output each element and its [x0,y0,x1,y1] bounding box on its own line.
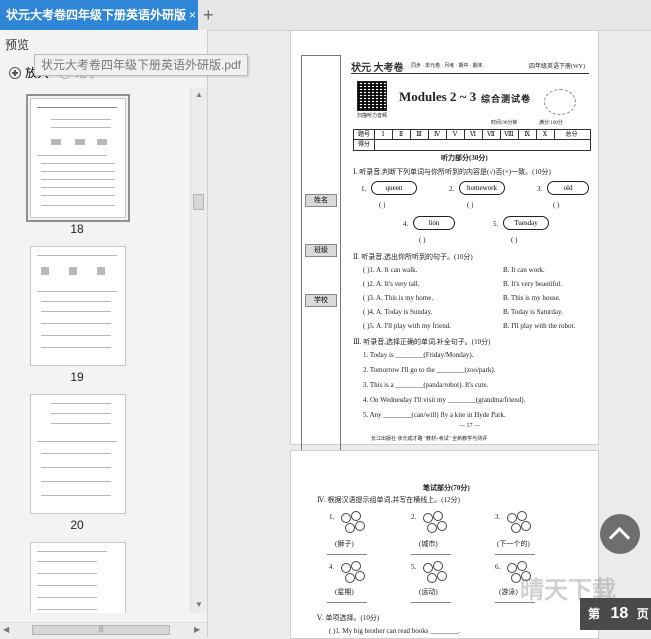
horizontal-scrollbar-thumb[interactable]: ||| [32,625,170,635]
thumbnail-label-20: 20 [70,518,84,532]
question-4-heading: Ⅳ. 根据汉语提示组单词,并写在横线上。(12分) [317,496,460,504]
letter-puzzle-3 [505,511,531,533]
written-heading: 笔试部分(70分) [423,484,470,492]
sidebar-title: 预览 [5,38,30,52]
thumbnail-page-18[interactable] [26,94,130,222]
thumbnail-label-18: 18 [70,222,84,236]
header-words: 同步 · 单元卷 · 月考 · 期中 · 期末 [411,64,483,69]
brand-logo: 状元 大考卷 [351,63,404,74]
letter-puzzle-5 [421,561,447,583]
zoom-in-icon [9,67,21,79]
new-tab-button[interactable]: + [203,5,219,25]
score-label: 满分:100分 [539,121,563,126]
scroll-up-icon[interactable]: ▲ [195,90,203,99]
strip-label-school: 学校 [305,294,337,307]
page-number: — 17 — [459,423,480,429]
binding-strip: 姓名 班级 学校 [301,55,341,452]
tab-bar: 状元大考卷四年级下册英语外研版 × + [0,0,651,31]
letter-puzzle-1 [339,511,365,533]
thumbnail-list: 18 19 20 [0,88,190,613]
strip-label-name: 姓名 [305,194,337,207]
document-tab[interactable]: 状元大考卷四年级下册英语外研版 [0,0,198,30]
question-3-heading: Ⅲ. 听录音,选择正确的单词,补全句子。(10分) [353,338,491,346]
word-lion: lion [413,216,455,230]
thumbnail-label-19: 19 [70,370,84,384]
scroll-to-top-button[interactable] [600,514,640,554]
exam-subtitle: 综合测试卷 [481,94,532,104]
word-tuesday: Tuesday [503,216,549,230]
scroll-down-icon[interactable]: ▼ [195,600,203,609]
scroll-left-icon[interactable]: ◀ [3,625,9,634]
scroll-right-icon[interactable]: ▶ [194,625,200,634]
score-table: 题号 Ⅰ Ⅱ Ⅲ Ⅳ Ⅴ Ⅵ Ⅶ Ⅷ Ⅸ Ⅹ 总分 得分 [353,129,591,151]
letter-puzzle-2 [421,511,447,533]
time-label: 时间:90分钟 [491,121,518,126]
thumbnail-page-20[interactable] [30,394,126,514]
page-indicator: 第 18 页 [580,598,651,630]
pdf-page-17: 姓名 班级 学校 状元 大考卷 同步 · 单元卷 · 月考 · 期中 · 期末 … [290,30,599,452]
question-5-heading: Ⅴ. 单项选择。(10分) [317,614,380,622]
thumbnail-page-19[interactable] [30,246,126,366]
thumbnail-scrollbar[interactable]: ▲ ▼ [190,88,207,613]
word-homework: homework [459,181,505,195]
thumbnail-page-21[interactable] [30,542,126,613]
exam-title: Modules 2 ~ 3 [399,89,477,104]
strip-label-class: 班级 [305,244,337,257]
scrollbar-thumb[interactable] [193,194,204,210]
question-1-heading: Ⅰ. 听录音,判断下列单词与你所听到的内容是(√)否(×)一致。(10分) [353,168,551,176]
word-old: old [547,181,589,195]
mascot-image [544,89,576,115]
word-queen: queen [371,181,417,195]
grade-label: 四年级英语下册(WY) [529,64,585,70]
letter-puzzle-4 [339,561,365,583]
page-footer: 长江出版社·状元成才路 "教材+考试" 全新教学与测评 [371,437,488,442]
horizontal-scrollbar[interactable]: ◀ ||| ▶ [0,622,207,638]
file-name-tooltip: 状元大考卷四年级下册英语外研版.pdf [34,54,249,76]
qr-code [357,81,387,111]
qr-caption: 扫描听力音频 [357,114,388,119]
question-2-heading: Ⅱ. 听录音,选出你所听到的句子。(10分) [353,253,473,261]
tab-close-icon[interactable]: × [189,9,201,21]
listening-heading: 听力部分(30分) [441,154,488,162]
preview-sidebar: 预览 放大 缩小 18 19 [0,30,249,637]
